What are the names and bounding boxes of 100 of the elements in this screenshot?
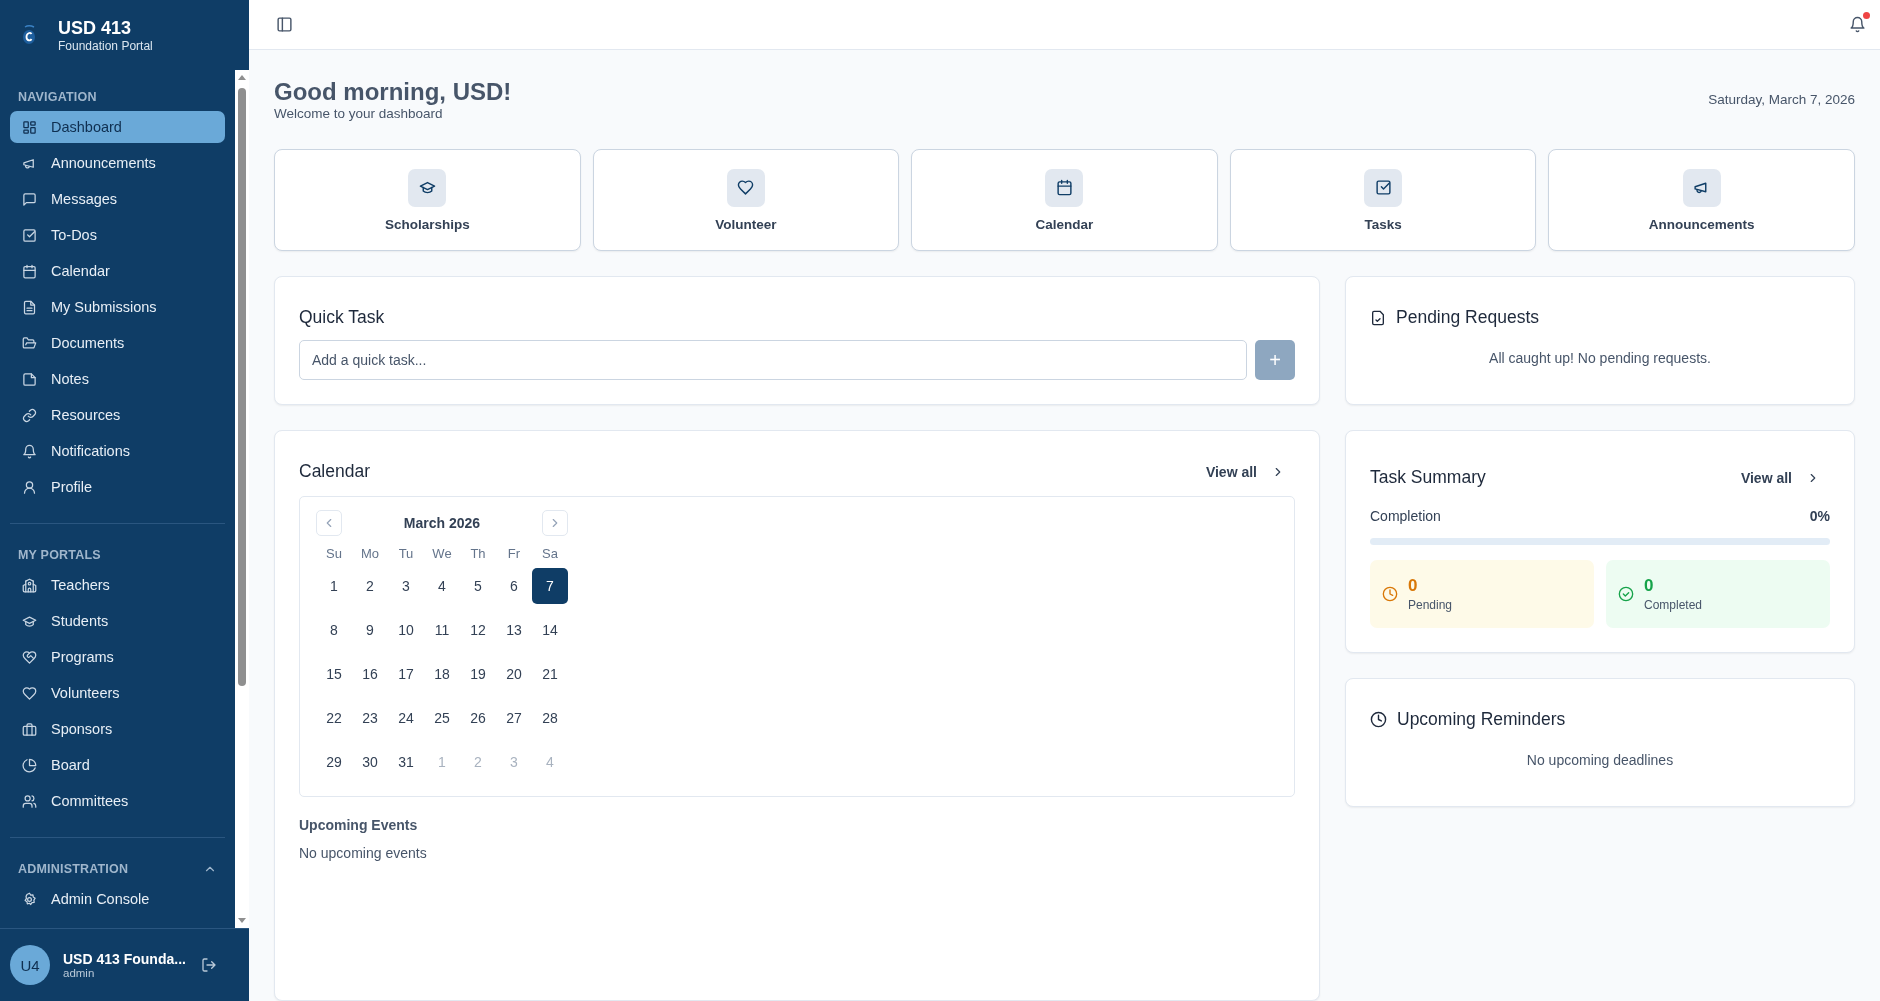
calendar-day[interactable]: 15 (316, 656, 352, 692)
view-all-link[interactable]: View all (1740, 469, 1830, 486)
file-check-icon (1370, 309, 1386, 326)
scrollbar[interactable] (235, 70, 249, 928)
calendar-day[interactable]: 22 (316, 700, 352, 736)
calendar-day[interactable]: 9 (352, 612, 388, 648)
calendar-icon (22, 263, 37, 279)
stat-label: Pending (1408, 598, 1453, 612)
weekday-label: Th (470, 546, 486, 563)
document-icon (22, 299, 37, 315)
nav-item[interactable]: My Submissions (10, 291, 225, 323)
calendar-day[interactable]: 30 (352, 744, 388, 780)
calendar-day[interactable]: 20 (496, 656, 532, 692)
nav-item[interactable]: Messages (10, 183, 225, 215)
calendar-day[interactable]: 2 (352, 568, 388, 604)
nav-item[interactable]: Dashboard (10, 111, 225, 143)
section-heading: Upcoming Events (299, 817, 419, 833)
nav-item[interactable]: Documents (10, 327, 225, 359)
calendar-day[interactable]: 18 (424, 656, 460, 692)
quick-task-field[interactable]: Add a quick task... (299, 340, 1247, 380)
calendar-day[interactable]: 28 (532, 700, 568, 736)
folder-icon (22, 335, 37, 351)
nav-item[interactable]: Profile (10, 471, 225, 503)
heart-icon (737, 179, 755, 196)
heart-icon (22, 685, 37, 701)
people-icon (22, 793, 37, 809)
calendar-day[interactable]: 25 (424, 700, 460, 736)
weekday-label: We (432, 546, 452, 563)
brand-title: USD 413 (58, 17, 133, 39)
school-icon (22, 577, 37, 593)
nav-item[interactable]: Resources (10, 399, 225, 431)
shortcut-card[interactable]: Volunteer (592, 149, 900, 251)
stat-value: 0 (1408, 576, 1419, 596)
calendar-day[interactable]: 10 (388, 612, 424, 648)
bell-icon (1849, 16, 1866, 33)
weekday-label: Fr (507, 546, 521, 563)
logo-icon (22, 24, 36, 46)
nav-item[interactable]: Teachers (10, 569, 225, 601)
calendar-day[interactable]: 21 (532, 656, 568, 692)
user-avatar: U4 (10, 945, 50, 985)
calendar-day[interactable]: 12 (460, 612, 496, 648)
heart-handshake-icon (22, 649, 37, 665)
card-title: Calendar (299, 461, 371, 482)
calendar-day[interactable]: 16 (352, 656, 388, 692)
calendar-day[interactable]: 29 (316, 744, 352, 780)
month-title: March 2026 (403, 515, 481, 531)
person-icon (22, 479, 37, 495)
shortcut-card[interactable]: Announcements (1548, 149, 1855, 251)
nav-item[interactable]: Notes (10, 363, 225, 395)
checkbox-icon (22, 227, 37, 243)
calendar-day[interactable]: 8 (316, 612, 352, 648)
empty-message: No upcoming deadlines (1525, 752, 1675, 768)
calendar-day[interactable]: 4 (424, 568, 460, 604)
calendar-day[interactable]: 1 (316, 568, 352, 604)
note-icon (22, 371, 37, 387)
nav-item[interactable]: Volunteers (10, 677, 225, 709)
nav-item[interactable]: Programs (10, 641, 225, 673)
calendar-day[interactable]: 6 (496, 568, 532, 604)
nav-item[interactable]: Board (10, 749, 225, 781)
greeting-heading: Good morning, USD! (274, 78, 512, 106)
logout-button[interactable] (201, 957, 217, 973)
calendar-day[interactable]: 7 (532, 568, 568, 604)
grid-icon (22, 119, 37, 135)
completion-value: 0% (1809, 508, 1830, 524)
shortcut-card[interactable]: Scholarships (274, 149, 581, 251)
nav-item[interactable]: To-Dos (10, 219, 225, 251)
calendar-day[interactable]: 24 (388, 700, 424, 736)
section-heading: NAVIGATION (18, 90, 97, 104)
calendar-day[interactable]: 11 (424, 612, 460, 648)
nav-item[interactable]: Committees (10, 785, 225, 817)
nav-item[interactable]: Notifications (10, 435, 225, 467)
nav-item[interactable]: Calendar (10, 255, 225, 287)
nav-item[interactable]: Admin Console (10, 883, 225, 915)
calendar-day[interactable]: 31 (388, 744, 424, 780)
empty-message: All caught up! No pending requests. (1488, 350, 1712, 366)
nav-item[interactable]: Students (10, 605, 225, 637)
current-date: Saturday, March 7, 2026 (1708, 92, 1855, 107)
calendar-day[interactable]: 23 (352, 700, 388, 736)
graduation-cap-icon (22, 613, 37, 629)
shortcut-card[interactable]: Tasks (1229, 149, 1537, 251)
shortcut-card[interactable]: Calendar (911, 149, 1218, 251)
completion-label: Completion (1370, 508, 1441, 524)
weekday-label: Mo (360, 546, 380, 563)
stat-label: Completed (1644, 598, 1703, 612)
calendar-day[interactable]: 3 (388, 568, 424, 604)
calendar-day[interactable]: 13 (496, 612, 532, 648)
weekday-label: Sa (542, 546, 558, 563)
calendar-day[interactable]: 14 (532, 612, 568, 648)
calendar-day[interactable]: 27 (496, 700, 532, 736)
nav-item[interactable]: Sponsors (10, 713, 225, 745)
section-heading: ADMINISTRATION (18, 862, 129, 876)
view-all-link[interactable]: View all (1205, 463, 1295, 480)
calendar-day[interactable]: 17 (388, 656, 424, 692)
check-circle-icon (1618, 586, 1634, 602)
empty-message: No upcoming events (299, 845, 428, 861)
nav-item[interactable]: Announcements (10, 147, 225, 179)
calendar-day[interactable]: 5 (460, 568, 496, 604)
card-title: Pending Requests (1396, 307, 1540, 328)
calendar-day[interactable]: 26 (460, 700, 496, 736)
calendar-day[interactable]: 19 (460, 656, 496, 692)
